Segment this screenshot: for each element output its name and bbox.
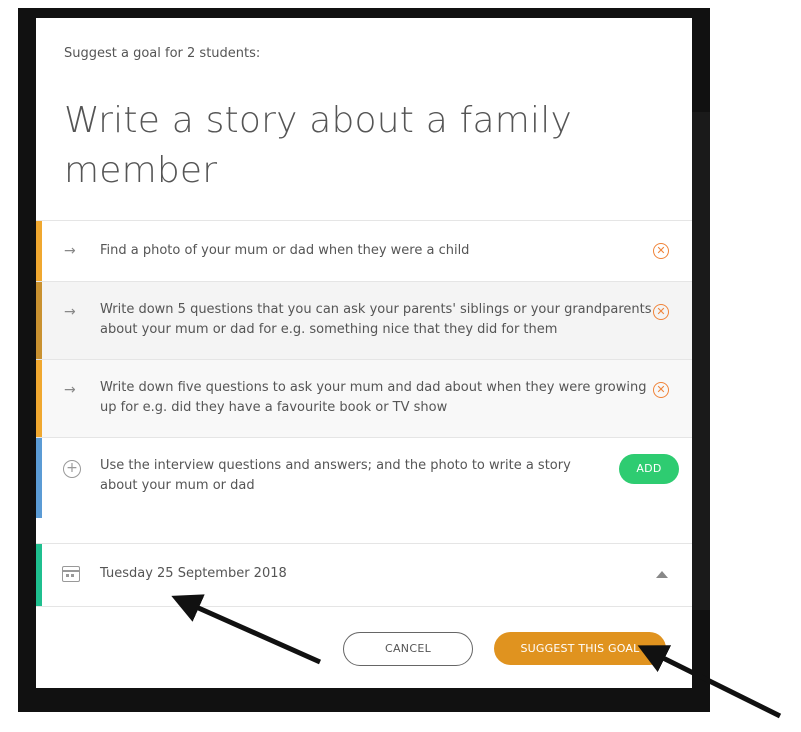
annotation-arrow-date <box>171 594 322 665</box>
annotation-arrows <box>171 594 782 719</box>
annotation-arrow-suggest <box>637 645 782 719</box>
